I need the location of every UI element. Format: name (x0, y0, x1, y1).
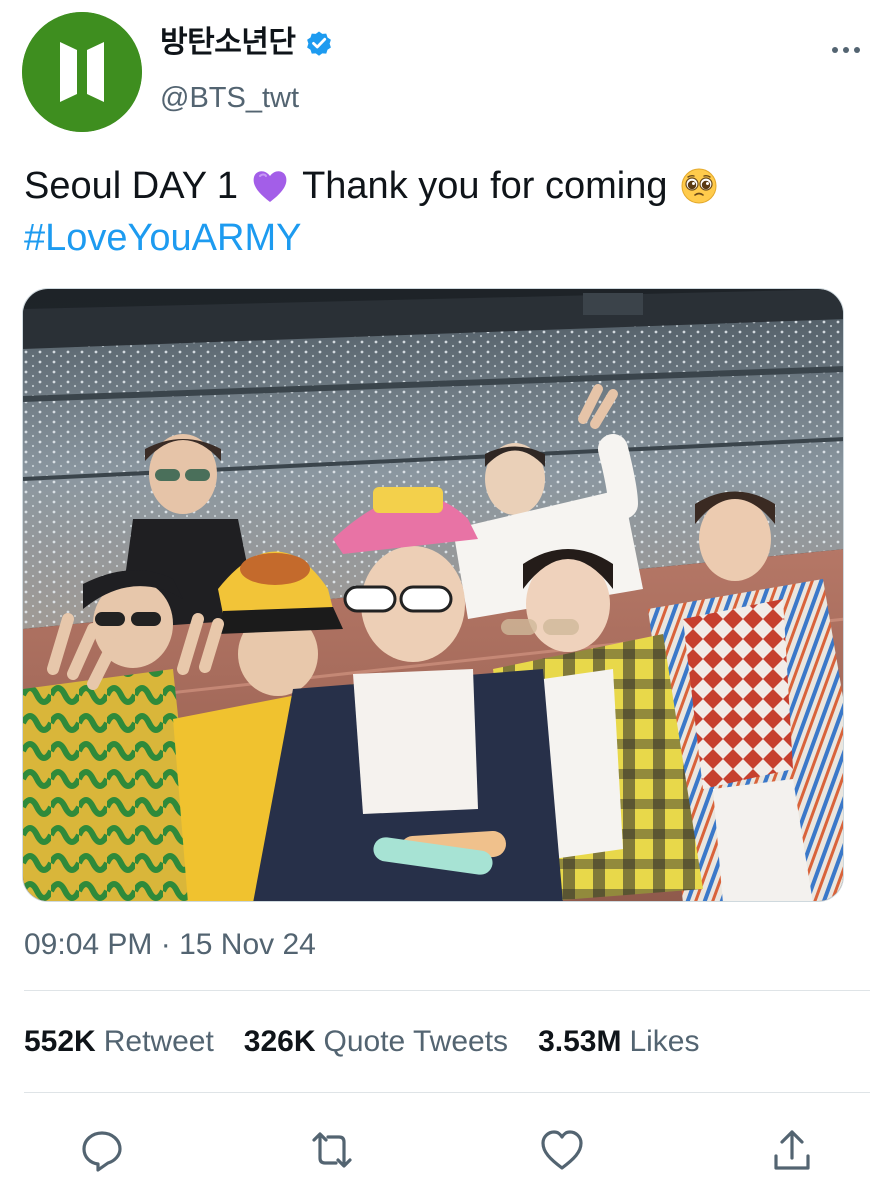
likes-label: Likes (629, 1025, 700, 1058)
tweet-timestamp[interactable]: 09:04 PM · 15 Nov 24 (24, 925, 316, 965)
avatar[interactable] (22, 12, 142, 132)
reply-icon[interactable] (78, 1126, 126, 1174)
hashtag-link[interactable]: #LoveYouARMY (24, 212, 301, 264)
divider-top (24, 990, 870, 991)
tweet-text-line-2: #LoveYouARMY (24, 212, 870, 264)
quotes-label: Quote Tweets (323, 1025, 509, 1058)
retweets-count: 552K (24, 1025, 96, 1058)
divider-bottom (24, 1092, 870, 1093)
likes-count: 3.53M (538, 1025, 622, 1058)
display-name[interactable]: 방탄소년단 (160, 24, 334, 62)
tweet-text-part-1: Seoul DAY 1 (24, 165, 239, 207)
tweet-text-line-1: Seoul DAY 1 Thank you for coming (24, 160, 870, 212)
tweet-stats: 552K Retweet 326K Quote Tweets 3.53M Likes (24, 1020, 730, 1064)
quotes-count: 326K (243, 1025, 316, 1058)
likes-stat[interactable]: 3.53M Likes (538, 1020, 699, 1064)
share-icon[interactable] (768, 1126, 816, 1174)
more-options-icon[interactable] (826, 40, 866, 60)
like-icon[interactable] (538, 1126, 586, 1174)
display-name-text: 방탄소년단 (160, 25, 296, 60)
tweet-text: Seoul DAY 1 Thank you for coming #LoveYo… (24, 160, 870, 264)
purple-heart-icon (250, 166, 290, 206)
pleading-face-icon (679, 166, 719, 206)
action-bar (0, 1120, 894, 1180)
quotes-stat[interactable]: 326K Quote Tweets (244, 1020, 508, 1064)
retweet-icon[interactable] (308, 1126, 356, 1174)
tweet-card: 방탄소년단 @BTS_twt Seoul DAY 1 Thank you for… (0, 0, 894, 1200)
tweet-text-part-2: Thank you for coming (302, 165, 668, 207)
retweets-label: Retweet (103, 1025, 214, 1058)
verified-badge-icon (304, 28, 334, 58)
tweet-photo[interactable] (22, 288, 844, 902)
user-handle[interactable]: @BTS_twt (160, 80, 299, 116)
retweets-stat[interactable]: 552K Retweet (24, 1020, 214, 1064)
